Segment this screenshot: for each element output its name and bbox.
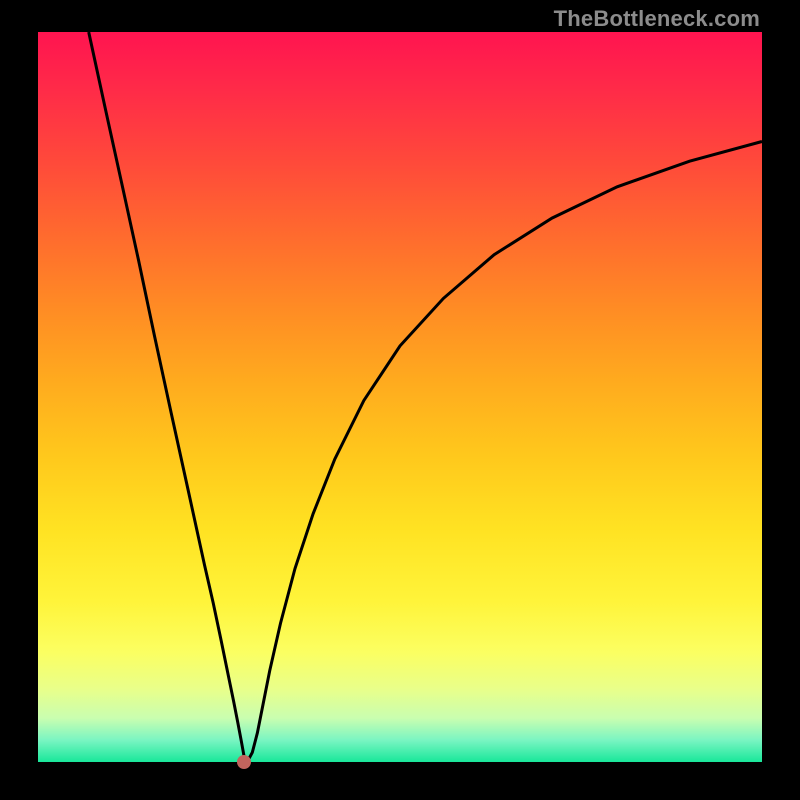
chart-frame: TheBottleneck.com	[0, 0, 800, 800]
watermark-text: TheBottleneck.com	[554, 6, 760, 32]
watermark-label: TheBottleneck.com	[554, 6, 760, 31]
bottleneck-curve	[0, 0, 800, 800]
curve-path	[89, 32, 762, 761]
